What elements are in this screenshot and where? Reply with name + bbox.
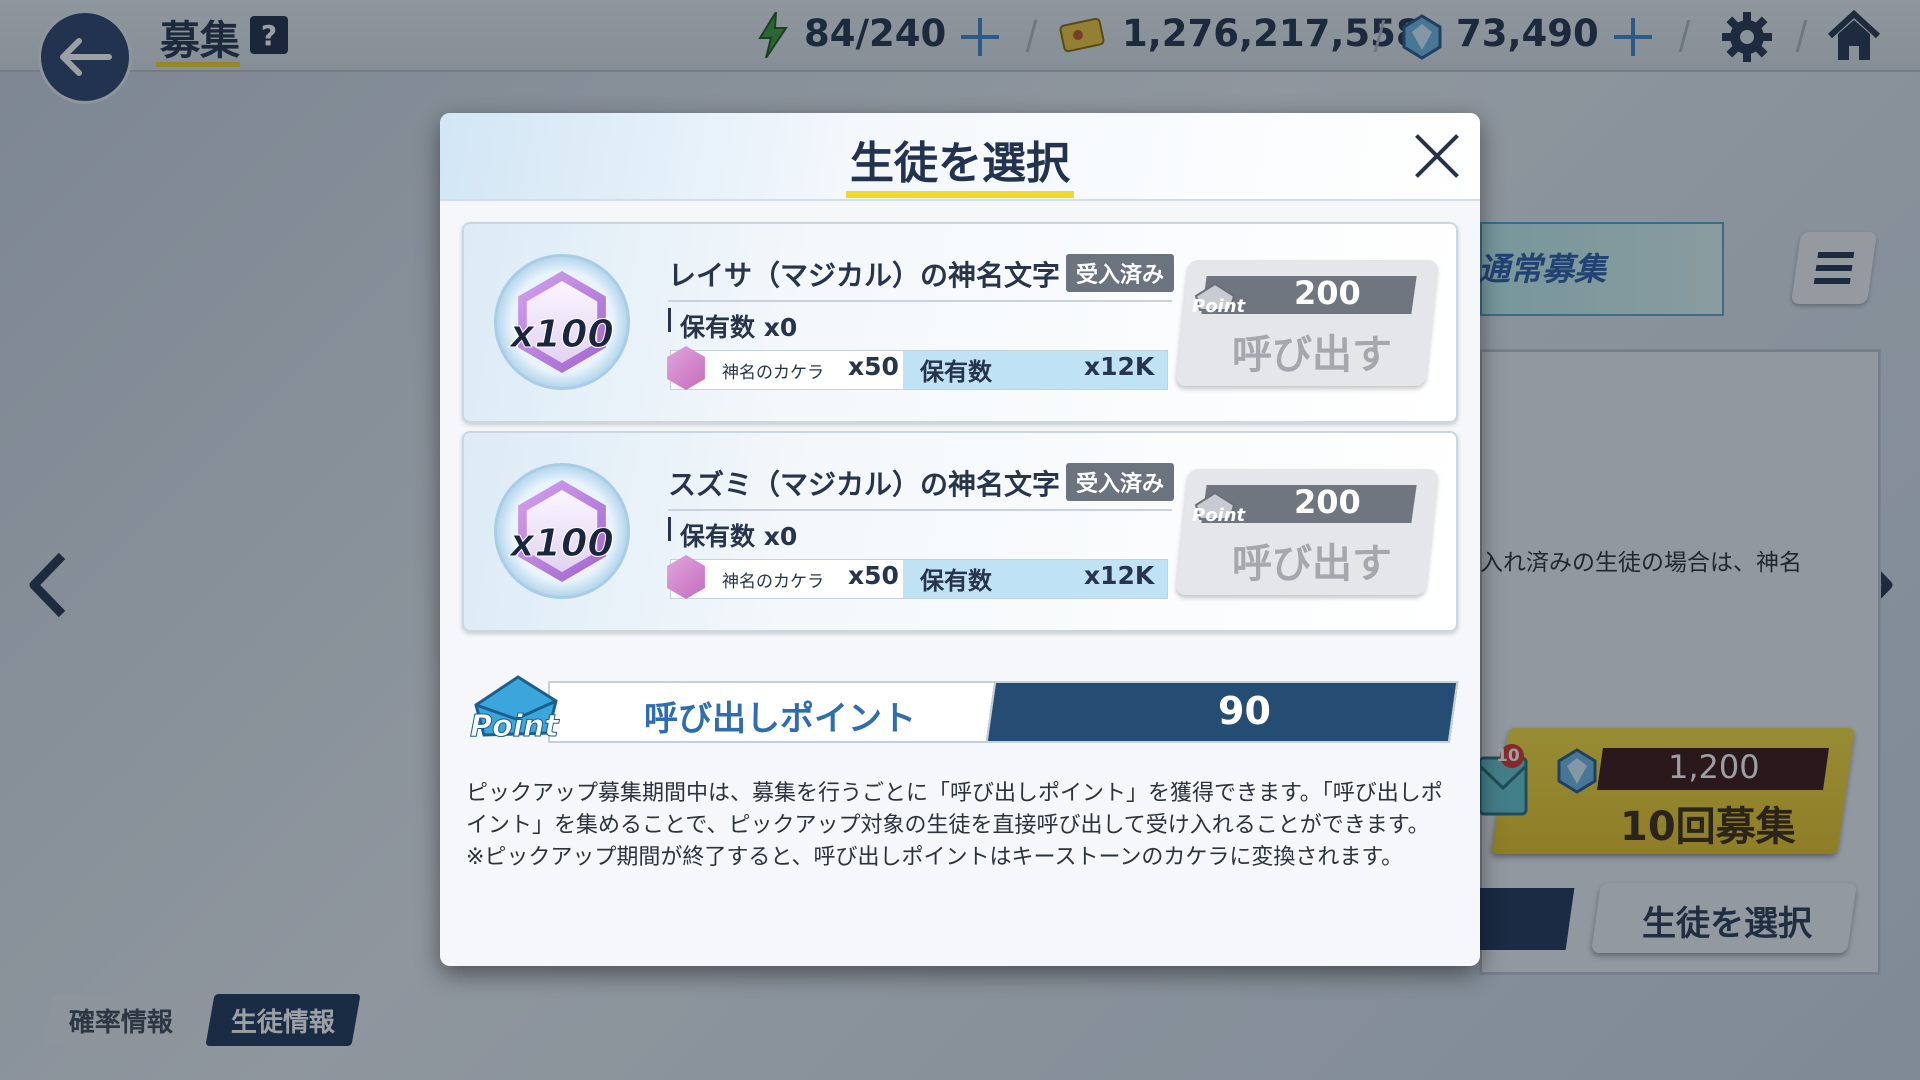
call-button-label: 呼び出す <box>1232 541 1392 587</box>
kakera-cost: x50 <box>848 352 899 381</box>
call-button-label: 呼び出す <box>1232 332 1392 378</box>
eleph-quantity: x100 <box>510 521 615 566</box>
description-text: ピックアップ募集期間中は、募集を行うごとに「呼び出しポイント」を獲得できます。「… <box>466 778 1456 874</box>
point-tag: Point <box>1192 296 1246 317</box>
student-card: x100 スズミ（マジカル）の神名文字 受入済み 保有数 x0 神名のカケラ x… <box>462 431 1458 632</box>
points-label: 呼び出しポイント <box>644 699 916 739</box>
kakera-owned-label: 保有数 <box>920 358 992 386</box>
kakera-owned-value: x12K <box>1084 561 1155 590</box>
owned-marker <box>668 308 671 332</box>
point-icon-label: Point <box>470 709 560 745</box>
eleph-name: スズミ（マジカル）の神名文字 <box>668 468 1061 501</box>
eleph-quantity: x100 <box>510 312 615 357</box>
point-tag: Point <box>1192 505 1246 526</box>
divider <box>668 300 1172 302</box>
kakera-name: 神名のカケラ <box>722 363 824 383</box>
eleph-name: レイサ（マジカル）の神名文字 <box>668 259 1061 292</box>
kakera-owned-value: x12K <box>1084 352 1155 381</box>
kakera-owned-label: 保有数 <box>920 567 992 595</box>
description-paragraph: ピックアップ募集期間中は、募集を行うごとに「呼び出しポイント」を獲得できます。「… <box>466 781 1443 838</box>
close-icon[interactable] <box>1412 131 1462 181</box>
owned-count: 保有数 x0 <box>680 313 798 342</box>
owned-count: 保有数 x0 <box>680 522 798 551</box>
received-badge: 受入済み <box>1066 463 1174 501</box>
kakera-name: 神名のカケラ <box>722 572 824 592</box>
call-cost: 200 <box>1294 274 1361 312</box>
received-badge: 受入済み <box>1066 254 1174 292</box>
points-value: 90 <box>1218 689 1271 733</box>
dialog-title: 生徒を選択 <box>850 138 1070 189</box>
dialog-title-underline <box>846 191 1074 198</box>
kakera-cost: x50 <box>848 561 899 590</box>
description-note: ※ピックアップ期間が終了すると、呼び出しポイントはキーストーンのカケラに変換され… <box>466 845 1404 870</box>
call-cost: 200 <box>1294 483 1361 521</box>
divider <box>668 509 1172 511</box>
owned-marker <box>668 517 671 541</box>
select-student-dialog: 生徒を選択 x100 レイサ（マジカル）の神名文字 受入済み 保有数 x0 神名… <box>440 113 1480 966</box>
call-points-row: Point 呼び出しポイント 90 <box>468 671 1468 751</box>
student-card: x100 レイサ（マジカル）の神名文字 受入済み 保有数 x0 神名のカケラ x… <box>462 222 1458 423</box>
